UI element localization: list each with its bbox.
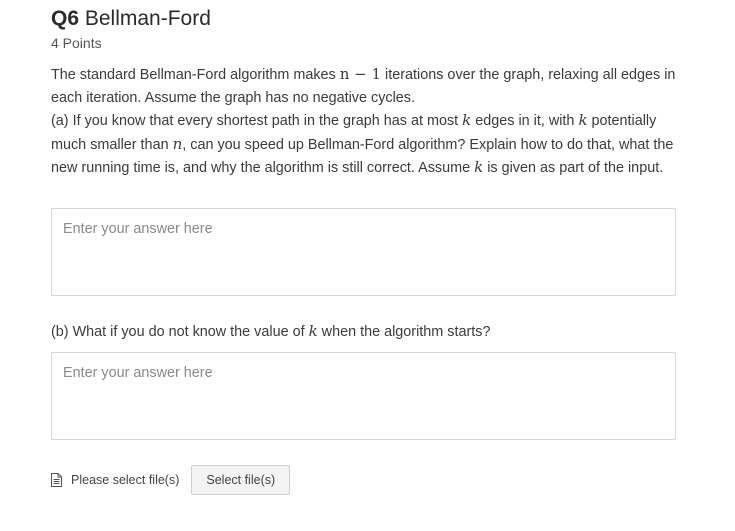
question-title: Q6 Bellman-Ford [51, 6, 211, 32]
math-k: k [462, 111, 472, 129]
answer-a-box [51, 208, 676, 296]
question-title-text: Bellman-Ford [84, 7, 211, 30]
prompt-text: (b) What if you do not know the value of [51, 324, 309, 340]
document-icon [51, 473, 62, 487]
math-n-minus-1: n − 1 [339, 65, 382, 83]
answer-b-box [51, 352, 676, 440]
question-points: 4 Points [51, 35, 102, 51]
prompt-text: when the algorithm starts? [317, 324, 491, 340]
prompt-text: (a) If you know that every shortest path… [51, 113, 463, 129]
file-upload-row: Please select file(s) Select file(s) [51, 465, 291, 495]
question-number: Q6 [51, 7, 80, 30]
prompt-text: edges in it, with [471, 113, 579, 129]
answer-a-input[interactable] [52, 209, 675, 295]
answer-b-input[interactable] [52, 353, 675, 439]
math-k: k [474, 158, 484, 176]
math-k: k [578, 111, 588, 129]
question-prompt: The standard Bellman-Ford algorithm make… [51, 63, 681, 180]
prompt-text: is given as part of the input. [483, 160, 664, 176]
prompt-text: The standard Bellman-Ford algorithm make… [51, 67, 340, 83]
file-upload-label: Please select file(s) [71, 473, 180, 487]
question-header: Q6 Bellman-Ford 4 Points [51, 6, 211, 52]
math-n: n [172, 134, 183, 153]
select-files-button[interactable]: Select file(s) [191, 465, 291, 495]
math-k: k [308, 322, 318, 340]
part-b-prompt: (b) What if you do not know the value of… [51, 320, 490, 343]
